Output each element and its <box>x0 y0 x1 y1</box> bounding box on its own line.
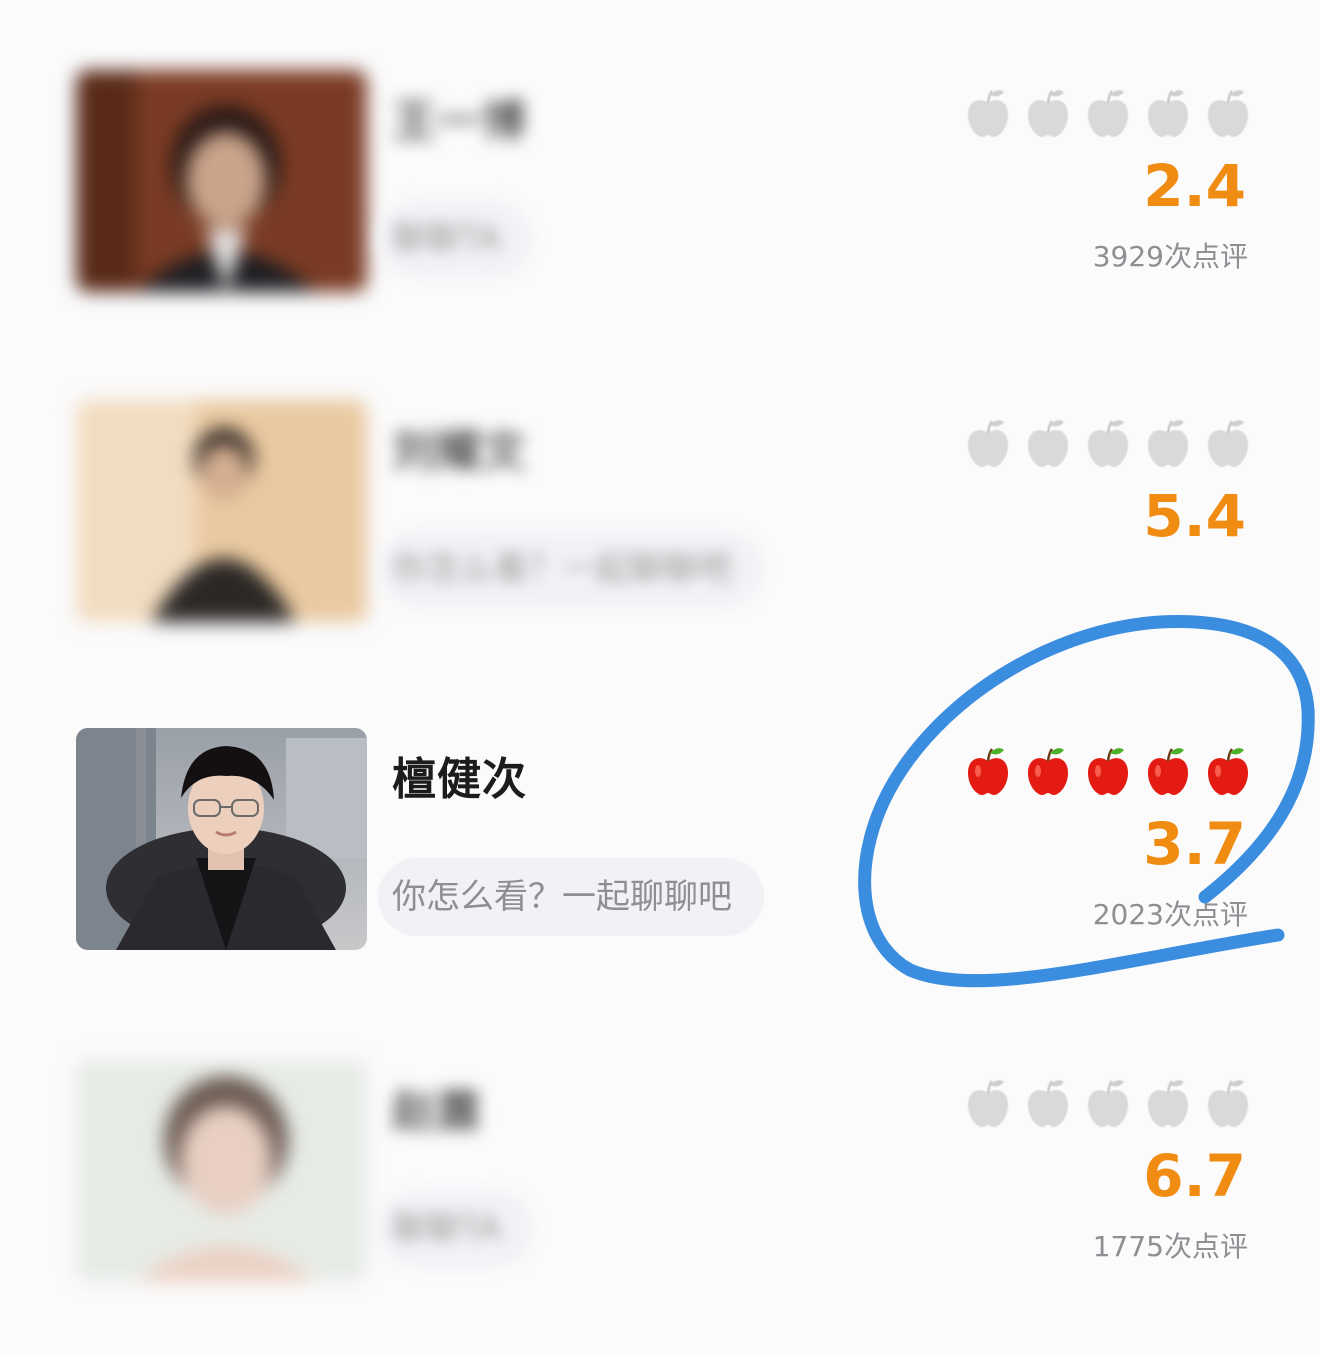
chat-prompt-button[interactable]: 聊聊TA <box>378 200 534 278</box>
apple-empty-icon <box>1208 420 1248 467</box>
rating-apples <box>966 743 1250 797</box>
rating-score: 2.4 <box>1143 152 1246 220</box>
list-item[interactable]: 檀健次 你怎么看？一起聊聊吧 3.7 2023次点评 <box>0 718 1320 958</box>
apple-empty-icon <box>1208 1080 1248 1127</box>
rating-apples <box>966 85 1250 139</box>
apple-filled-icon <box>1208 748 1248 795</box>
rating-score: 5.4 <box>1143 482 1246 550</box>
apple-empty-icon <box>1148 1080 1188 1127</box>
celebrity-name: 檀健次 <box>392 754 527 805</box>
list-item[interactable]: 刘耀文 你怎么看？一起聊聊吧 5.4 <box>0 390 1320 630</box>
chat-prompt-button[interactable]: 聊聊TA <box>378 1190 534 1268</box>
celebrity-name: 王一博 <box>392 96 527 147</box>
avatar[interactable] <box>76 1060 367 1282</box>
apple-empty-icon <box>1088 90 1128 137</box>
apple-empty-icon <box>968 1080 1008 1127</box>
apple-empty-icon <box>1088 1080 1128 1127</box>
chat-prompt-button[interactable]: 你怎么看？一起聊聊吧 <box>378 530 764 608</box>
apple-empty-icon <box>1028 90 1068 137</box>
rating-score: 6.7 <box>1143 1142 1246 1210</box>
chat-prompt-button[interactable]: 你怎么看？一起聊聊吧 <box>378 858 764 936</box>
rating-score: 3.7 <box>1143 810 1246 878</box>
review-count[interactable]: 2023次点评 <box>1093 893 1248 933</box>
review-count[interactable]: 1775次点评 <box>1093 1225 1248 1265</box>
apple-empty-icon <box>968 90 1008 137</box>
apple-empty-icon <box>1208 90 1248 137</box>
review-count[interactable]: 3929次点评 <box>1093 235 1248 275</box>
apple-filled-icon <box>968 748 1008 795</box>
celebrity-name: 刘耀文 <box>392 426 527 477</box>
avatar[interactable] <box>76 400 367 622</box>
apple-empty-icon <box>1028 420 1068 467</box>
apple-filled-icon <box>1028 748 1068 795</box>
apple-filled-icon <box>1148 748 1188 795</box>
apple-empty-icon <box>1028 1080 1068 1127</box>
avatar[interactable] <box>76 728 367 950</box>
apple-empty-icon <box>1088 420 1128 467</box>
celebrity-name: 赵露 <box>392 1086 482 1137</box>
apple-empty-icon <box>1148 420 1188 467</box>
list-item[interactable]: 赵露 聊聊TA 6.7 1775次点评 <box>0 1050 1320 1290</box>
apple-empty-icon <box>1148 90 1188 137</box>
avatar[interactable] <box>76 70 367 292</box>
rating-apples <box>966 1075 1250 1129</box>
apple-filled-icon <box>1088 748 1128 795</box>
list-item[interactable]: 王一博 聊聊TA 2.4 3929次点评 <box>0 60 1320 300</box>
rating-apples <box>966 415 1250 469</box>
apple-empty-icon <box>968 420 1008 467</box>
